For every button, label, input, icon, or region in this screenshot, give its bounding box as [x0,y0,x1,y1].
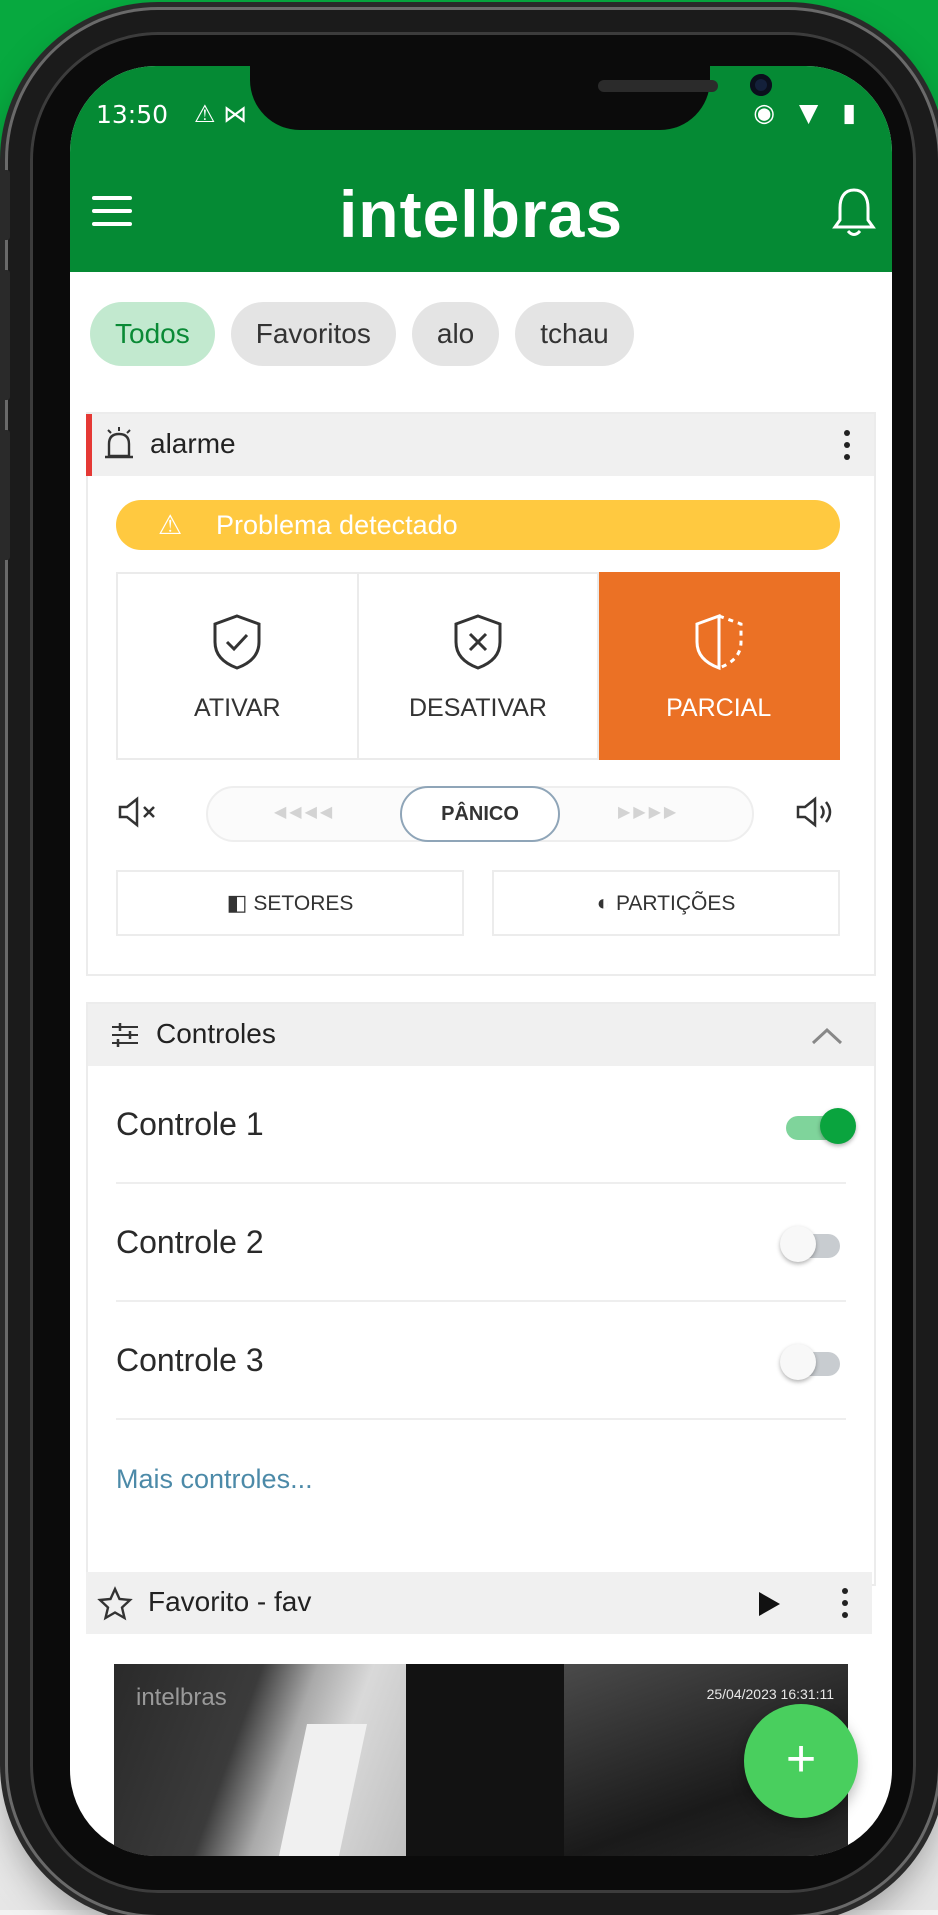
partitions-button[interactable]: ◐ PARTIÇÕES [492,870,840,936]
problem-banner-text: Problema detectado [216,510,458,540]
arm-button[interactable]: ATIVAR [116,572,359,760]
volume-mute-icon[interactable] [116,796,162,828]
filter-chips: Todos Favoritos alo tchau [90,302,650,368]
add-fab-button[interactable]: + [744,1704,858,1818]
alarm-status-marker [86,414,92,476]
chevron-up-icon[interactable] [810,1026,844,1046]
more-controls-link[interactable]: Mais controles... [116,1464,313,1495]
status-time: 13:50 [96,100,169,129]
phone-notch [250,66,772,130]
chip-tchau[interactable]: tchau [515,302,634,366]
alarm-title: alarme [150,428,236,459]
panic-slider-track[interactable]: ◀◀◀◀ PÂNICO ▶▶▶▶ [206,786,754,842]
alarm-card-header[interactable]: alarme [86,414,874,476]
control-1-toggle[interactable] [780,1108,856,1144]
arm-mode-selector: ATIVAR DESATIVAR PARCIAL [116,572,841,760]
chip-favoritos[interactable]: Favoritos [230,302,396,366]
control-row: Controle 3 [116,1302,846,1420]
sliders-icon [112,1023,138,1047]
camera-timestamp: 25/04/2023 16:31:11 [706,1686,834,1702]
partition-shield-icon: ◐ [596,890,610,915]
controls-title: Controles [156,1018,276,1049]
panic-row: ◀◀◀◀ PÂNICO ▶▶▶▶ [116,786,840,842]
control-label: Controle 3 [116,1342,264,1378]
star-icon[interactable] [96,1586,134,1622]
warning-icon: ⚠ [158,510,183,540]
sectors-label: SETORES [253,892,354,915]
phone-side-button [2,170,10,240]
control-2-toggle[interactable] [780,1226,846,1262]
chip-alo[interactable]: alo [411,302,500,366]
control-row: Controle 2 [116,1184,846,1302]
disarm-label: DESATIVAR [409,694,547,722]
control-3-toggle[interactable] [780,1344,846,1380]
problem-banner[interactable]: ⚠ Problema detectado [116,500,840,550]
shield-check-icon [213,614,261,670]
app-bar: intelbras [70,156,892,272]
arm-label: ATIVAR [194,694,281,722]
controls-card: Controles Controle 1 Controle 2 Controle… [86,1002,876,1586]
camera-watermark: intelbras [136,1684,227,1711]
control-label: Controle 1 [116,1106,264,1142]
sectors-button[interactable]: ◧ SETORES [116,870,464,936]
brand-logo: intelbras [338,177,624,251]
control-label: Controle 2 [116,1224,264,1260]
panic-button[interactable]: PÂNICO [400,786,560,842]
favorite-title: Favorito - fav [148,1586,312,1617]
volume-up-icon[interactable] [794,796,840,828]
phone-side-button [2,270,10,400]
bell-icon[interactable] [830,184,878,240]
alarm-card: alarme ⚠ Problema detectado ATIVAR DESAT… [86,412,876,976]
shield-half-icon [695,613,743,671]
status-bar: 13:50 ⚠ ⋈ ◉ ▼ ▮ [70,66,892,156]
partial-label: PARCIAL [666,694,772,722]
disarm-button[interactable]: DESATIVAR [358,572,600,760]
partitions-label: PARTIÇÕES [615,892,736,915]
controls-header[interactable]: Controles [88,1004,874,1066]
partial-button[interactable]: PARCIAL [599,572,841,760]
play-icon[interactable] [756,1590,782,1618]
app-screen: 13:50 ⚠ ⋈ ◉ ▼ ▮ intelbras Todos Favoritos… [70,66,892,1856]
status-system-icons: ◉ ▼ ▮ [753,98,864,127]
front-camera [750,74,772,96]
camera-preview[interactable]: intelbras 25/04/2023 16:31:11 [114,1664,848,1856]
chip-todos[interactable]: Todos [90,302,215,366]
siren-icon [105,427,133,459]
door-icon: ◧ [226,890,248,915]
slide-left-arrows-icon: ◀◀◀◀ [274,802,336,821]
status-notification-icons: ⚠ ⋈ [194,100,248,128]
more-options-icon[interactable] [844,430,850,460]
more-options-icon[interactable] [842,1588,848,1618]
earpiece-speaker [598,80,718,92]
slide-right-arrows-icon: ▶▶▶▶ [618,802,680,821]
control-row: Controle 1 [116,1066,856,1184]
shield-x-icon [454,614,502,670]
phone-side-button [2,430,10,560]
favorite-header[interactable]: Favorito - fav [86,1572,872,1634]
sector-buttons: ◧ SETORES ◐ PARTIÇÕES [116,870,840,936]
